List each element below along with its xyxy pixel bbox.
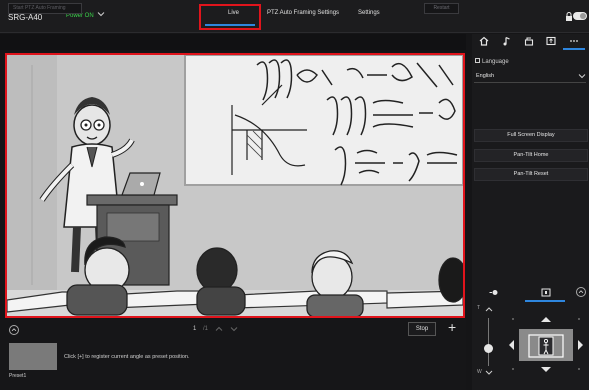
live-video[interactable] [5,53,465,318]
highlight-box-live [199,4,261,30]
framing-icon[interactable] [546,36,556,46]
arrow-right-icon [578,340,583,350]
chevron-down-icon[interactable] [96,9,106,19]
arrow-left-icon [509,340,514,350]
active-lower-tab-indicator [525,300,565,302]
video-frame-image [7,55,463,316]
preset-page-number: 1 [193,326,197,332]
zoom-slider-knob[interactable] [484,344,493,353]
tab-ptz-auto-framing-settings[interactable]: PTZ Auto Framing Settings [267,10,339,16]
zoom-slider-track[interactable] [488,318,489,366]
music-note-icon[interactable] [502,36,512,46]
add-preset-button[interactable]: + [448,319,456,335]
preset-hint-text: Click [+] to register current angle as p… [64,354,190,360]
pan-tilt-pad[interactable] [505,305,587,381]
language-label: Language [475,58,509,65]
stop-button[interactable]: Stop [408,322,436,336]
camera-mount-icon[interactable] [524,36,534,46]
model-name: SRG-A40 [8,13,43,22]
zoom-tele-label: T [477,305,481,311]
start-ptz-auto-framing-button[interactable]: Start PTZ Auto Framing [8,3,82,14]
preset-thumbnail[interactable] [9,343,57,370]
preset-target-icon[interactable] [489,288,499,297]
home-icon[interactable] [479,36,489,46]
language-label-text: Language [482,59,509,65]
lock-icon[interactable] [565,12,573,21]
collapse-icon[interactable] [576,287,586,297]
chevron-down-icon[interactable] [578,73,586,79]
arrow-down-icon [541,367,551,372]
live-toolbar [0,34,466,50]
preset-label: Preset1 [9,373,27,379]
preset-page-total: /1 [203,326,209,332]
globe-icon [475,58,480,63]
zoom-wide-label: W [477,369,482,375]
restart-button[interactable]: Restart [424,3,459,14]
chevron-down-icon[interactable] [485,369,493,376]
app-window: SRG-A40 Power ON Live PTZ Auto Framing S… [0,0,589,390]
pan-tilt-home-button[interactable]: Pan-Tilt Home [474,149,588,162]
chevron-up-icon[interactable] [215,325,223,333]
full-screen-display-button[interactable]: Full Screen Display [474,129,588,142]
language-select[interactable]: English [474,69,586,83]
frame-icon[interactable] [541,288,551,297]
active-panel-tab-indicator [563,48,585,50]
chevron-up-icon[interactable] [485,306,493,313]
pan-tilt-reset-button[interactable]: Pan-Tilt Reset [474,168,588,181]
tab-settings[interactable]: Settings [358,10,380,16]
toggle-icon[interactable] [573,12,587,20]
chevron-down-icon[interactable] [230,325,238,333]
collapse-icon[interactable] [9,325,19,335]
more-icon[interactable] [569,36,579,46]
arrow-up-icon [541,317,551,322]
